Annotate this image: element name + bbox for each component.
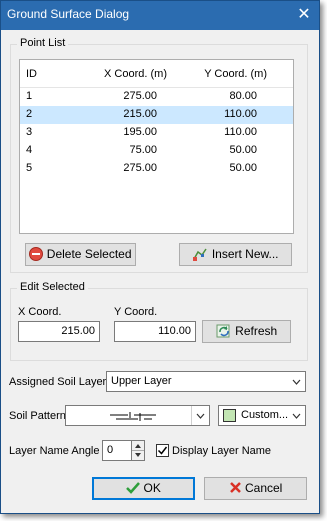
cell-y: 50.00	[229, 162, 257, 174]
cell-x: 75.00	[129, 144, 157, 156]
cell-id: 3	[26, 126, 33, 138]
cell-id: 4	[26, 144, 33, 156]
y-coord-value: 110.00	[158, 325, 191, 337]
assigned-soil-layer-label: Assigned Soil Layer	[9, 376, 107, 388]
cell-x: 215.00	[123, 108, 157, 120]
table-header: ID X Coord. (m) Y Coord. (m)	[20, 60, 293, 88]
checkmark-icon	[126, 481, 141, 494]
cell-y: 80.00	[229, 90, 257, 102]
cancel-button[interactable]: Cancel	[204, 477, 307, 500]
point-list-group-title: Point List	[17, 37, 69, 49]
x-coord-value: 215.00	[61, 325, 95, 337]
column-header-x[interactable]: X Coord. (m)	[104, 68, 167, 80]
color-swatch	[223, 409, 236, 422]
soil-pattern-label: Soil Pattern	[9, 410, 66, 422]
cell-y: 50.00	[229, 144, 257, 156]
refresh-label: Refresh	[235, 324, 278, 338]
cell-x: 275.00	[123, 90, 157, 102]
table-row[interactable]: 5 275.00 50.00	[20, 160, 293, 178]
table-row[interactable]: 1 275.00 80.00	[20, 88, 293, 106]
edit-selected-group-title: Edit Selected	[17, 281, 88, 293]
soil-pattern-select[interactable]	[65, 405, 210, 426]
x-coord-label: X Coord.	[18, 306, 62, 318]
column-header-id[interactable]: ID	[26, 68, 37, 80]
insert-new-label: Insert New...	[211, 247, 279, 261]
refresh-icon	[216, 324, 230, 338]
delete-selected-button[interactable]: Delete Selected	[25, 243, 136, 266]
insert-point-icon	[193, 248, 208, 261]
cancel-label: Cancel	[244, 481, 283, 495]
table-row[interactable]: 4 75.00 50.00	[20, 142, 293, 160]
layer-name-angle-input[interactable]: 0	[102, 440, 132, 461]
close-icon	[229, 482, 241, 494]
display-layer-name-label: Display Layer Name	[172, 445, 272, 457]
cell-y: 110.00	[224, 108, 257, 120]
chevron-down-icon	[287, 372, 305, 391]
angle-spinner[interactable]	[131, 440, 145, 461]
close-button[interactable]: ✕	[293, 4, 315, 26]
soil-layer-value: Upper Layer	[111, 375, 172, 387]
soil-color-label: Custom...	[241, 409, 289, 421]
column-header-y[interactable]: Y Coord. (m)	[204, 68, 267, 80]
refresh-button[interactable]: Refresh	[202, 320, 291, 343]
window-title: Ground Surface Dialog	[7, 7, 130, 21]
cell-id: 1	[26, 90, 33, 102]
layer-name-angle-label: Layer Name Angle	[9, 445, 100, 457]
point-list-table[interactable]: ID X Coord. (m) Y Coord. (m) 1 275.00 80…	[19, 59, 294, 234]
soil-layer-select[interactable]: Upper Layer	[106, 371, 306, 392]
cell-x: 275.00	[123, 162, 157, 174]
layer-name-angle-value: 0	[107, 444, 114, 456]
cell-x: 195.00	[123, 126, 157, 138]
ok-button[interactable]: OK	[92, 477, 195, 500]
spinner-arrows-icon	[132, 444, 144, 457]
x-coord-input[interactable]: 215.00	[18, 321, 100, 342]
title-bar: Ground Surface Dialog ✕	[1, 1, 319, 30]
table-row[interactable]: 3 195.00 110.00	[20, 124, 293, 142]
cell-id: 2	[26, 108, 33, 120]
soil-color-select[interactable]: Custom...	[218, 405, 306, 426]
insert-new-button[interactable]: Insert New...	[179, 243, 292, 266]
delete-selected-label: Delete Selected	[46, 247, 132, 261]
checkmark-icon	[157, 446, 168, 455]
ground-surface-dialog: Ground Surface Dialog ✕ Point List ID X …	[0, 0, 320, 514]
y-coord-label: Y Coord.	[114, 306, 158, 318]
chevron-down-icon	[287, 406, 305, 425]
cell-id: 5	[26, 162, 33, 174]
cell-y: 110.00	[224, 126, 257, 138]
chevron-down-icon	[191, 406, 209, 425]
delete-icon	[29, 246, 44, 261]
ok-label: OK	[143, 481, 161, 495]
display-layer-name-checkbox[interactable]	[156, 444, 169, 457]
table-row-selected[interactable]: 2 215.00 110.00	[20, 106, 293, 124]
y-coord-input[interactable]: 110.00	[114, 321, 196, 342]
soil-pattern-swatch	[110, 412, 156, 421]
